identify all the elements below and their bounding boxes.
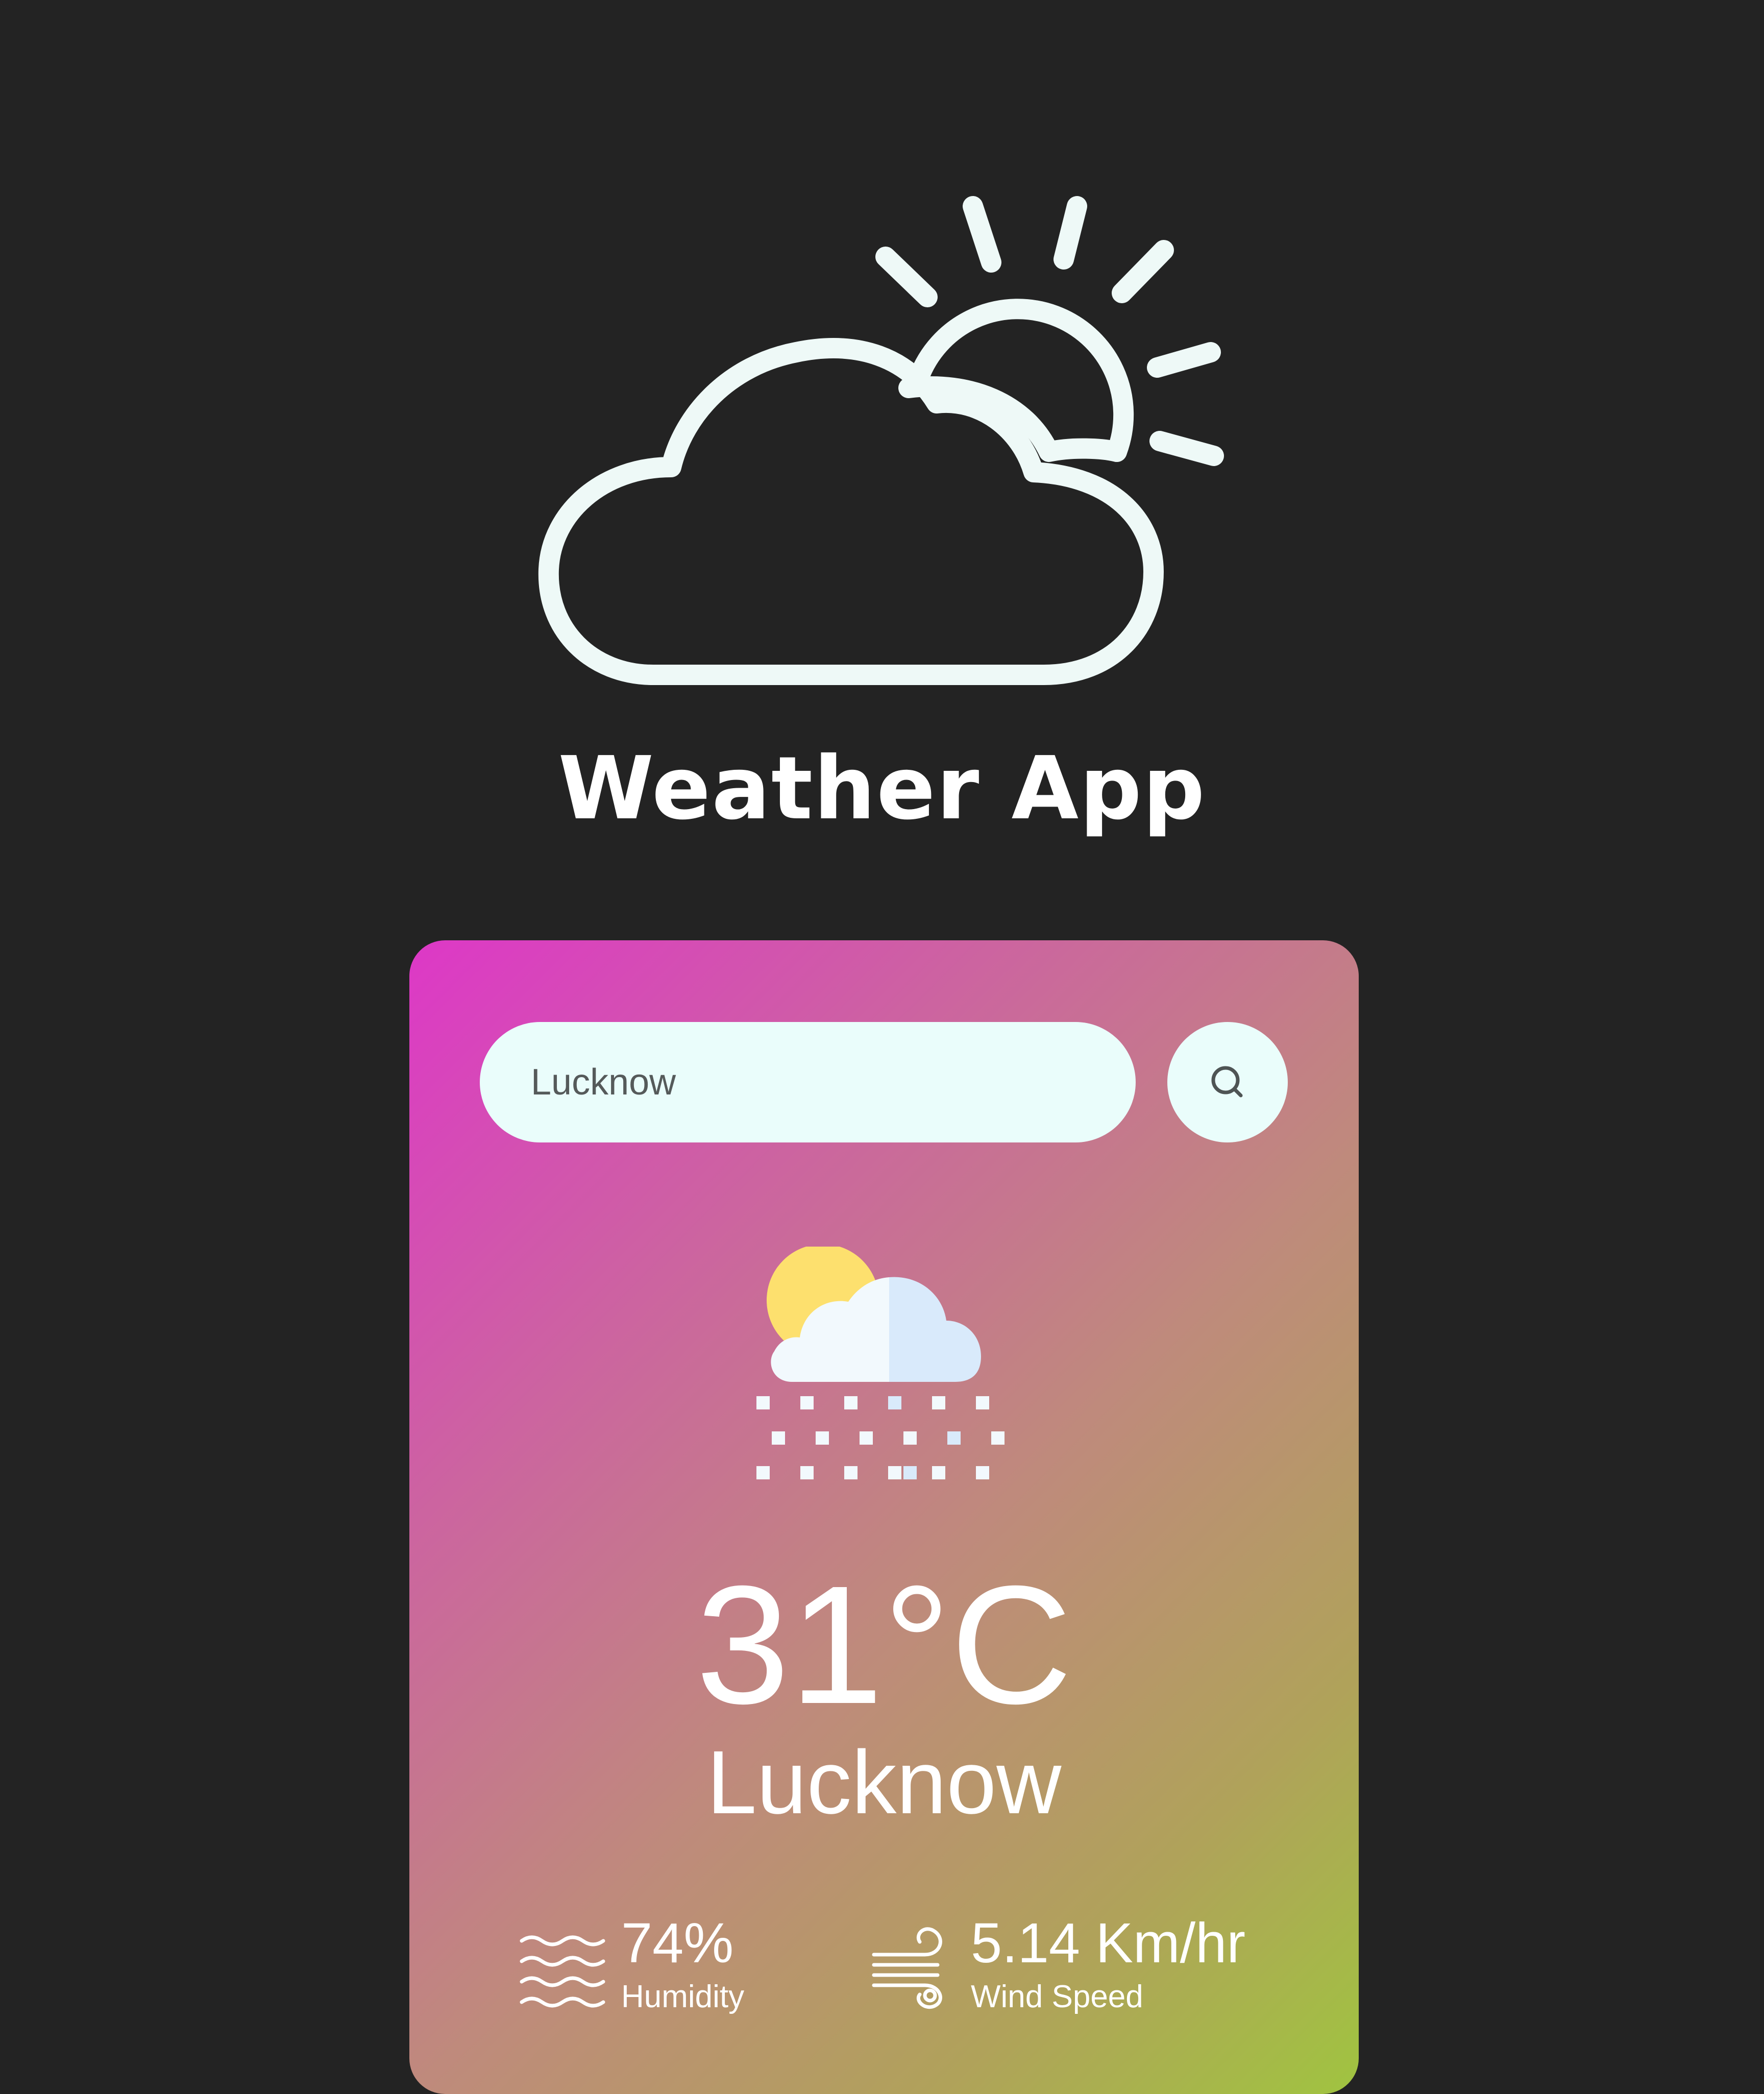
humidity-waves-icon xyxy=(520,1935,605,2008)
temperature: 31°C xyxy=(696,1550,1072,1739)
search-button[interactable] xyxy=(1167,1022,1288,1142)
humidity-value: 74% xyxy=(621,1912,734,1975)
search-input[interactable] xyxy=(480,1022,1136,1142)
wind-icon xyxy=(872,1927,942,2009)
wind-value: 5.14 Km/hr xyxy=(971,1912,1246,1975)
humidity-label: Humidity xyxy=(621,1979,745,2014)
humidity-detail: 74% Humidity xyxy=(519,1913,825,2015)
city-name: Lucknow xyxy=(706,1733,1062,1833)
cloud-sun-outline-icon xyxy=(538,196,1224,685)
weather-card: 31°C Lucknow 74% Humidity 5.14 Km/hr xyxy=(409,940,1359,2094)
wind-detail: 5.14 Km/hr Wind Speed xyxy=(869,1913,1328,2015)
app-title: Weather App xyxy=(558,738,1206,839)
search-icon xyxy=(1211,1066,1243,1098)
wind-label: Wind Speed xyxy=(971,1979,1143,2014)
partly-cloudy-snow-icon xyxy=(756,1247,1004,1479)
